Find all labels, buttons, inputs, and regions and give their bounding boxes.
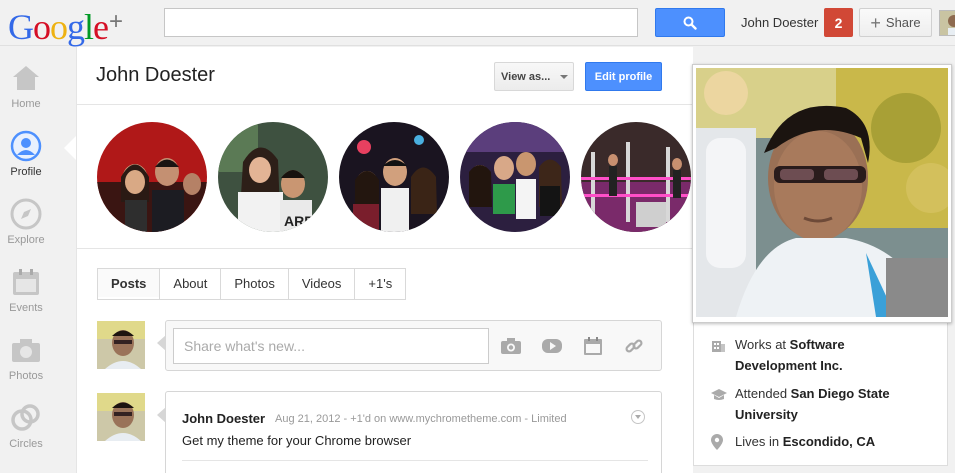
account-name[interactable]: John Doester: [741, 15, 818, 30]
search-input[interactable]: [164, 8, 638, 37]
link-icon[interactable]: [622, 334, 646, 358]
sidebar-nav: Home Profile Explore Events Photos Circl…: [0, 47, 76, 473]
tab-videos[interactable]: Videos: [289, 269, 356, 299]
post-card: John Doester Aug 21, 2012 - +1'd on www.…: [165, 391, 662, 473]
camera-icon: [10, 334, 42, 366]
photo-thumbnail[interactable]: [581, 122, 691, 232]
sidebar-item-profile[interactable]: Profile: [0, 130, 52, 178]
calendar-icon[interactable]: [581, 334, 605, 358]
tab-photos[interactable]: Photos: [221, 269, 289, 299]
top-bar: Google+ John Doester 2 + Share: [0, 0, 955, 47]
compass-icon: [10, 198, 42, 230]
sidebar-item-label: Events: [9, 302, 43, 314]
search-icon: [683, 16, 697, 30]
location-info: Lives in Escondido, CA: [711, 431, 875, 456]
video-icon[interactable]: [540, 334, 564, 358]
tab-plus-ones[interactable]: +1's: [355, 269, 405, 299]
building-icon: [711, 337, 726, 376]
tab-posts[interactable]: Posts: [98, 269, 161, 299]
avatar[interactable]: [97, 321, 145, 369]
calendar-icon: [10, 266, 42, 298]
sidebar-item-photos[interactable]: Photos: [0, 334, 52, 382]
view-as-label: View as...: [501, 70, 551, 83]
google-plus-logo[interactable]: Google+: [8, 2, 123, 47]
edit-profile-button[interactable]: Edit profile: [585, 62, 662, 91]
work-info: Works at Software Development Inc.: [711, 334, 905, 376]
account-avatar[interactable]: [939, 10, 955, 36]
camera-icon[interactable]: [499, 334, 523, 358]
profile-name: John Doester: [96, 64, 215, 86]
location-pin-icon: [711, 434, 726, 456]
post-author[interactable]: John Doester: [182, 411, 265, 426]
divider: [77, 248, 694, 249]
share-button[interactable]: + Share: [859, 8, 932, 37]
post-text: Get my theme for your Chrome browser: [182, 433, 412, 448]
work-prefix: Works at: [735, 337, 790, 352]
sidebar-item-label: Explore: [7, 234, 45, 246]
post-meta[interactable]: Aug 21, 2012 - +1'd on www.mychrometheme…: [275, 413, 567, 425]
avatar[interactable]: [97, 393, 145, 441]
share-label: Share: [885, 15, 921, 30]
divider: [182, 460, 648, 461]
sidebar-item-label: Photos: [8, 370, 44, 382]
plus-icon: +: [870, 12, 881, 33]
active-indicator: [64, 136, 76, 160]
photo-thumbnail[interactable]: [339, 122, 449, 232]
graduation-cap-icon: [711, 386, 727, 425]
notification-badge[interactable]: 2: [824, 8, 853, 37]
sidebar-item-home[interactable]: Home: [0, 62, 52, 110]
sidebar-item-explore[interactable]: Explore: [0, 198, 52, 246]
profile-icon: [10, 130, 42, 162]
location-prefix: Lives in: [735, 434, 783, 449]
sidebar-item-label: Circles: [9, 438, 43, 450]
location-value[interactable]: Escondido, CA: [783, 434, 875, 449]
tab-about[interactable]: About: [160, 269, 222, 299]
chevron-down-icon: [635, 415, 641, 419]
search-button[interactable]: [655, 8, 725, 37]
profile-main: John Doester View as... Edit profile ARP…: [76, 47, 694, 473]
profile-photo[interactable]: [692, 64, 952, 323]
education-info: Attended San Diego State University: [711, 383, 905, 425]
education-prefix: Attended: [735, 386, 791, 401]
svg-text:ARP: ARP: [284, 213, 314, 229]
chevron-down-icon: [560, 74, 569, 79]
post-menu-button[interactable]: [631, 410, 645, 424]
profile-tabs: Posts About Photos Videos +1's: [97, 268, 407, 300]
photo-thumbnail[interactable]: ARP: [218, 122, 328, 232]
sidebar-item-label: Profile: [10, 166, 42, 178]
circles-icon: [10, 402, 42, 434]
sidebar-item-circles[interactable]: Circles: [0, 402, 52, 450]
about-card: Works at Software Development Inc. Atten…: [693, 317, 948, 466]
share-box: Share what's new...: [165, 320, 662, 371]
sidebar-item-events[interactable]: Events: [0, 266, 52, 314]
sidebar-item-label: Home: [11, 98, 41, 110]
share-input[interactable]: Share what's new...: [173, 328, 489, 364]
home-icon: [10, 62, 42, 94]
divider: [77, 104, 694, 105]
photo-thumbnail[interactable]: [97, 122, 207, 232]
photo-thumbnail[interactable]: [460, 122, 570, 232]
view-as-dropdown[interactable]: View as...: [494, 62, 574, 91]
